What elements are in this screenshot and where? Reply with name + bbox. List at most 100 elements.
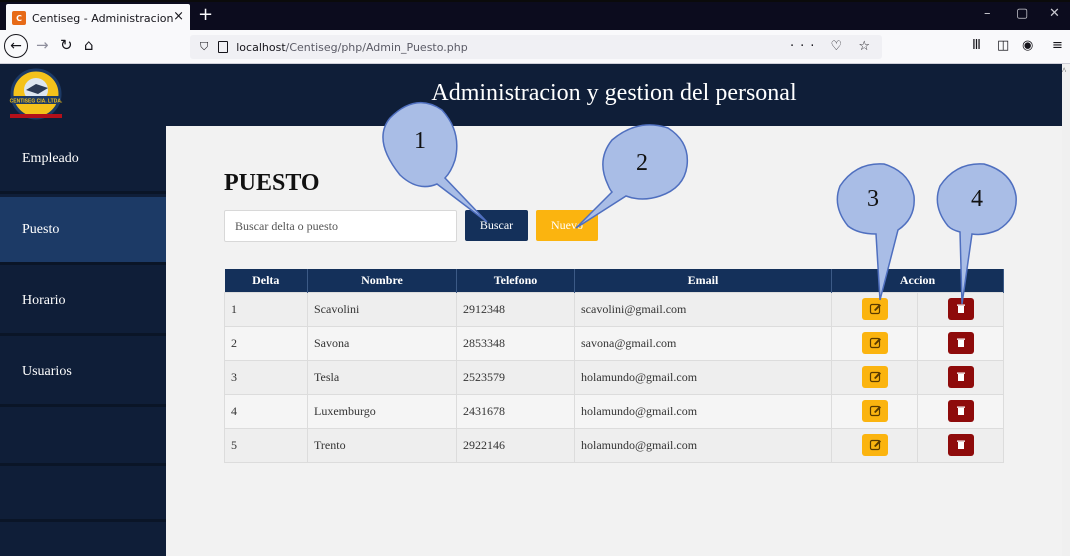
- edit-button[interactable]: [861, 298, 888, 320]
- cell-delta: 5: [224, 427, 308, 463]
- sidebar: Empleado Puesto Horario Usuarios: [0, 126, 166, 556]
- cell-delete: [917, 325, 1004, 361]
- cell-telefono: 2912348: [456, 291, 575, 327]
- main-content: PUESTO Buscar Nuevo Delta Nombre Telefon…: [166, 126, 1062, 556]
- cell-delta: 3: [224, 359, 308, 395]
- home-icon[interactable]: ⌂: [84, 36, 94, 54]
- account-icon[interactable]: ◉: [1022, 38, 1033, 53]
- cell-nombre: Tesla: [307, 359, 457, 395]
- browser-tab-bar: C Centiseg - Administracion × + – ▢ ✕: [0, 0, 1070, 32]
- delete-button[interactable]: [947, 434, 974, 456]
- edit-button[interactable]: [861, 400, 888, 422]
- search-input[interactable]: [224, 210, 457, 242]
- table-row: 1 Scavolini 2912348 scavolini@gmail.com: [224, 291, 1004, 327]
- cell-delete: [917, 393, 1004, 429]
- library-icon[interactable]: Ⅲ: [972, 38, 981, 53]
- edit-icon: [869, 337, 881, 349]
- edit-icon: [869, 371, 881, 383]
- buscar-button[interactable]: Buscar: [465, 210, 528, 241]
- page-info-icon[interactable]: [218, 41, 229, 53]
- sidebar-item-usuarios[interactable]: Usuarios: [0, 339, 166, 407]
- cell-delete: [917, 359, 1004, 395]
- delete-button[interactable]: [947, 366, 974, 388]
- maximize-button[interactable]: ▢: [1016, 6, 1028, 21]
- sidebar-item-puesto[interactable]: Puesto: [0, 197, 166, 265]
- cell-edit: [831, 359, 918, 395]
- nuevo-button[interactable]: Nuevo: [536, 210, 598, 241]
- edit-icon: [869, 439, 881, 451]
- table-row: 5 Trento 2922146 holamundo@gmail.com: [224, 427, 1004, 463]
- app-header: CENTISEG CIA. LTDA. Administracion y ges…: [0, 64, 1062, 126]
- cell-nombre: Trento: [307, 427, 457, 463]
- edit-icon: [869, 303, 881, 315]
- table-row: 2 Savona 2853348 savona@gmail.com: [224, 325, 1004, 361]
- cell-delta: 2: [224, 325, 308, 361]
- column-header-accion: Accion: [831, 269, 1004, 292]
- close-window-button[interactable]: ✕: [1049, 6, 1060, 21]
- column-header-delta[interactable]: Delta: [224, 269, 308, 292]
- cell-telefono: 2922146: [456, 427, 575, 463]
- page-scrollbar[interactable]: ^: [1062, 64, 1070, 556]
- url-text[interactable]: localhost/Centiseg/php/Admin_Puesto.php: [236, 41, 467, 54]
- trash-icon: [956, 372, 965, 381]
- column-header-email[interactable]: Email: [574, 269, 832, 292]
- cell-email: savona@gmail.com: [574, 325, 832, 361]
- sidebar-divider: [0, 410, 166, 466]
- browser-nav-bar: ← → ↻ ⌂ ⛉ localhost/Centiseg/php/Admin_P…: [0, 30, 1070, 64]
- minimize-button[interactable]: –: [984, 6, 991, 21]
- cell-edit: [831, 325, 918, 361]
- cell-telefono: 2431678: [456, 393, 575, 429]
- cell-email: holamundo@gmail.com: [574, 393, 832, 429]
- cell-edit: [831, 427, 918, 463]
- cell-delta: 1: [224, 291, 308, 327]
- cell-delta: 4: [224, 393, 308, 429]
- site-favicon-icon: C: [12, 11, 26, 25]
- trash-icon: [956, 304, 965, 313]
- tab-close-icon[interactable]: ×: [173, 9, 184, 24]
- scroll-up-icon[interactable]: ^: [1062, 66, 1066, 76]
- cell-email: holamundo@gmail.com: [574, 359, 832, 395]
- url-bar[interactable]: ⛉ localhost/Centiseg/php/Admin_Puesto.ph…: [190, 35, 882, 59]
- cell-nombre: Luxemburgo: [307, 393, 457, 429]
- table-row: 4 Luxemburgo 2431678 holamundo@gmail.com: [224, 393, 1004, 429]
- cell-nombre: Scavolini: [307, 291, 457, 327]
- company-logo: CENTISEG CIA. LTDA.: [10, 68, 63, 120]
- trash-icon: [956, 440, 965, 449]
- cell-delete: [917, 291, 1004, 327]
- cell-telefono: 2853348: [456, 325, 575, 361]
- edit-button[interactable]: [861, 434, 888, 456]
- browser-tab[interactable]: C Centiseg - Administracion ×: [6, 4, 190, 32]
- trash-icon: [956, 406, 965, 415]
- menu-icon[interactable]: ≡: [1052, 38, 1063, 53]
- page-header-title: Administracion y gestion del personal: [431, 80, 797, 106]
- delete-button[interactable]: [947, 332, 974, 354]
- reload-icon[interactable]: ↻: [60, 36, 73, 54]
- new-tab-button[interactable]: +: [198, 4, 213, 25]
- cell-delete: [917, 427, 1004, 463]
- tab-title: Centiseg - Administracion: [32, 11, 174, 25]
- table-header-row: Delta Nombre Telefono Email Accion: [224, 269, 1004, 292]
- trash-icon: [956, 338, 965, 347]
- cell-telefono: 2523579: [456, 359, 575, 395]
- page-actions-icon[interactable]: ··· ♡ ☆: [790, 39, 876, 54]
- cell-edit: [831, 291, 918, 327]
- column-header-telefono[interactable]: Telefono: [456, 269, 575, 292]
- cell-email: holamundo@gmail.com: [574, 427, 832, 463]
- cell-email: scavolini@gmail.com: [574, 291, 832, 327]
- puesto-table: Delta Nombre Telefono Email Accion 1 Sca…: [224, 269, 1004, 463]
- edit-icon: [869, 405, 881, 417]
- edit-button[interactable]: [861, 366, 888, 388]
- delete-button[interactable]: [947, 400, 974, 422]
- forward-arrow-icon[interactable]: →: [36, 36, 49, 54]
- sidebar-item-horario[interactable]: Horario: [0, 268, 166, 336]
- sidebar-divider: [0, 466, 166, 522]
- delete-button[interactable]: [947, 298, 974, 320]
- back-arrow-icon[interactable]: ←: [4, 34, 28, 58]
- edit-button[interactable]: [861, 332, 888, 354]
- page-title: PUESTO: [224, 170, 320, 196]
- shield-icon[interactable]: ⛉: [200, 40, 208, 54]
- table-row: 3 Tesla 2523579 holamundo@gmail.com: [224, 359, 1004, 395]
- sidebar-item-empleado[interactable]: Empleado: [0, 126, 166, 194]
- sidebar-toggle-icon[interactable]: ◫: [997, 38, 1009, 53]
- column-header-nombre[interactable]: Nombre: [307, 269, 457, 292]
